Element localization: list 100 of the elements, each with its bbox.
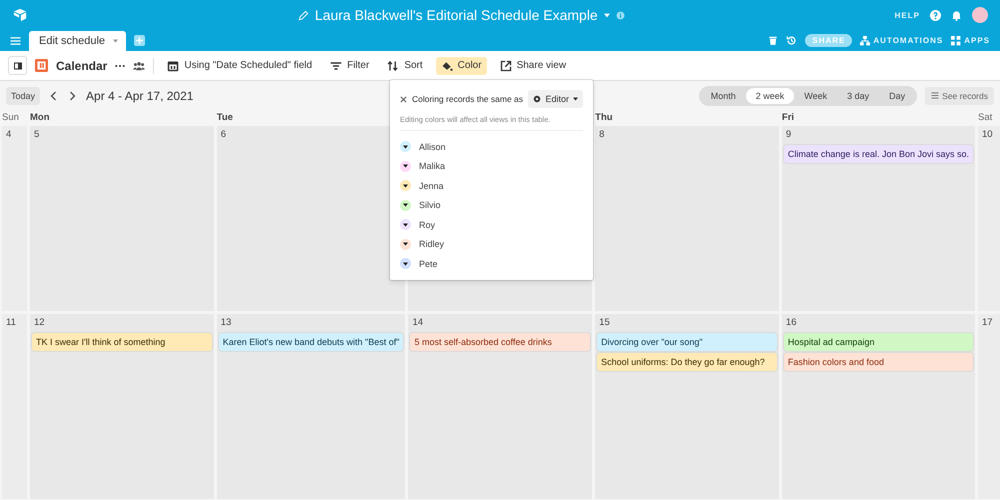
color-swatch[interactable] [400, 219, 411, 230]
trash-icon [768, 35, 778, 46]
day-number: 11 [5, 317, 17, 330]
option-name: Ridley [419, 239, 444, 250]
day-number: 5 [33, 129, 40, 142]
weekday-label: Fri [782, 111, 796, 125]
add-icon [134, 35, 146, 46]
day-cell[interactable]: 12 TK I swear I'll think of something [30, 314, 214, 499]
bell-icon [951, 10, 962, 20]
event-card[interactable]: 5 most self-absorbed coffee drinks [410, 333, 590, 351]
caret-icon [573, 97, 578, 101]
day-cell[interactable]: 13 Karen Eliot's new band debuts with "Best of" [216, 314, 406, 499]
weekday-label: Thu [595, 111, 614, 125]
apps-icon [951, 36, 962, 46]
event-card[interactable]: Hospital ad campaign [784, 333, 973, 351]
chevron-right-icon [69, 90, 76, 100]
toolbar-button[interactable]: Color [436, 56, 487, 74]
day-cell[interactable]: 6 [216, 126, 406, 311]
mode-option[interactable]: Month [700, 88, 746, 104]
event-card[interactable]: Karen Eliot's new band debuts with "Best of" [218, 333, 404, 351]
weekday-label: Sat [978, 111, 994, 125]
color-swatch[interactable] [400, 180, 411, 192]
weekday-label: Sun [2, 111, 20, 125]
day-cell[interactable]: 5 [30, 126, 214, 311]
day-number: 12 [33, 317, 46, 330]
event-card[interactable]: School uniforms: Do they go far enough? [597, 353, 777, 371]
close-icon [400, 96, 407, 102]
calendar-icon [167, 60, 180, 72]
close-button[interactable] [400, 96, 407, 102]
mode-option[interactable]: 2 week [746, 88, 794, 104]
color-swatch[interactable] [400, 258, 411, 270]
info-icon [616, 10, 625, 20]
mode-option[interactable]: Week [794, 88, 838, 104]
sort-icon [387, 60, 400, 72]
coloring-label: Coloring records the same as [412, 94, 524, 104]
day-cell[interactable]: 10 [978, 126, 1000, 311]
day-cell[interactable]: 8 [595, 126, 779, 311]
option-name: Silvio [419, 200, 441, 210]
day-number: 8 [598, 129, 606, 142]
day-cell[interactable]: 4 [2, 126, 27, 311]
toolbar-button[interactable]: Filter [325, 56, 374, 74]
day-cell[interactable]: 17 [978, 314, 1000, 499]
event-card[interactable]: Climate change is real. Jon Bon Jovi says so. [784, 145, 973, 163]
sidebar-toggle[interactable] [8, 56, 27, 75]
table-tab[interactable]: Edit schedule [29, 31, 126, 51]
mode-option[interactable]: 3 day [837, 88, 880, 104]
day-number: 6 [220, 129, 228, 142]
event-card[interactable]: TK I swear I'll think of something [32, 333, 212, 351]
paint-bucket-icon [440, 60, 453, 72]
more-icon [115, 64, 126, 68]
day-cell[interactable]: 11 [2, 314, 27, 499]
option-name: Allison [419, 142, 446, 152]
option-name: Jenna [419, 180, 444, 191]
day-cell[interactable]: 15 Divorcing over "our song" School uniforms: Do they go far enough? [595, 314, 779, 499]
day-number: 14 [411, 317, 424, 330]
weekday-label: Mon [30, 111, 51, 125]
event-card[interactable]: Divorcing over "our song" [597, 333, 777, 351]
toolbar-button[interactable]: Share view [494, 56, 572, 74]
help-icon [930, 10, 941, 20]
people-icon [133, 60, 146, 70]
day-cell[interactable]: 14 5 most self-absorbed coffee drinks [408, 314, 592, 499]
toolbar-button[interactable]: Using "Date Scheduled" field [162, 56, 318, 74]
field-dropdown[interactable]: Editor [528, 90, 583, 108]
today-button[interactable]: Today [6, 86, 40, 104]
history-icon [786, 35, 798, 46]
option-name: Malika [419, 161, 446, 172]
day-number: 13 [220, 317, 232, 330]
day-number: 17 [981, 317, 994, 330]
color-swatch[interactable] [400, 160, 411, 172]
event-card[interactable]: Fashion colors and food [784, 353, 973, 371]
day-cell[interactable]: 9 Climate change is real. Jon Bon Jovi says so. [782, 126, 975, 311]
color-swatch[interactable] [400, 141, 411, 152]
list-icon [931, 92, 940, 99]
option-name: Pete [419, 258, 438, 269]
caret-icon [113, 39, 118, 43]
menu-icon [10, 36, 21, 46]
share-icon [500, 60, 512, 72]
color-swatch[interactable] [400, 238, 411, 250]
mode-option[interactable]: Day [879, 88, 916, 104]
flow-icon [860, 36, 870, 46]
panel-icon [14, 62, 22, 70]
day-number: 4 [5, 129, 12, 142]
gear-icon [533, 95, 542, 103]
calendar-view-icon [35, 59, 48, 72]
pencil-icon [298, 10, 309, 20]
date-range: Apr 4 - Apr 17, 2021 [86, 88, 194, 102]
day-number: 9 [784, 129, 792, 142]
day-number: 15 [598, 317, 611, 330]
view-name[interactable]: Calendar [56, 58, 108, 72]
cube-logo-icon [12, 8, 28, 22]
color-swatch[interactable] [400, 200, 411, 211]
chevron-left-icon [50, 90, 58, 100]
option-name: Roy [419, 220, 436, 230]
caret-icon [604, 12, 610, 18]
day-cell[interactable]: 16 Hospital ad campaign Fashion colors and food [782, 314, 975, 499]
toolbar-button[interactable]: Sort [382, 56, 428, 74]
see-records-button[interactable]: See records [925, 86, 994, 104]
day-number: 10 [981, 129, 994, 142]
filter-icon [330, 60, 342, 72]
day-number: 16 [784, 317, 798, 330]
